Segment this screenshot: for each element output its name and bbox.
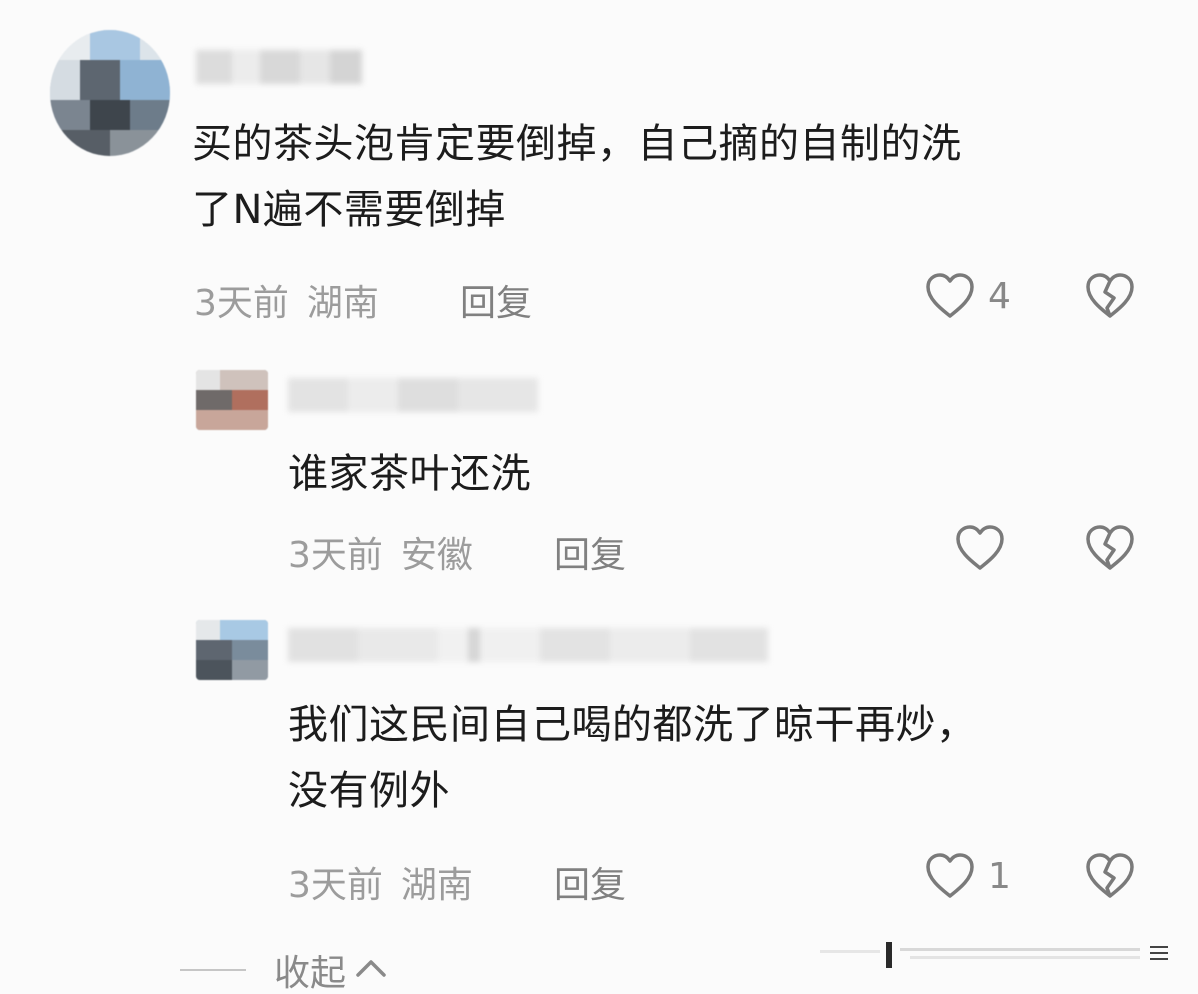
comment-item: 买的茶头泡肯定要倒掉，自己摘的自制的洗 了N遍不需要倒掉 3天前 湖南 回复 4 (0, 0, 1198, 340)
chevron-up-icon (346, 957, 388, 983)
comment-location: 安徽 (400, 535, 473, 576)
comment-meta: 3天前 湖南 (194, 274, 379, 326)
comment-text: 买的茶头泡肯定要倒掉，自己摘的自制的洗 了N遍不需要倒掉 (192, 121, 962, 233)
dislike-button[interactable] (1084, 272, 1136, 324)
username[interactable] (196, 50, 362, 84)
username[interactable] (288, 378, 538, 412)
like-count: 1 (988, 855, 1011, 897)
dislike-button[interactable] (1084, 852, 1136, 904)
like-button[interactable]: 1 (924, 852, 1011, 900)
like-count: 4 (988, 275, 1011, 317)
comment-thread: 买的茶头泡肯定要倒掉，自己摘的自制的洗 了N遍不需要倒掉 3天前湖南 回复 4 (0, 0, 1198, 994)
comment-text: 我们这民间自己喝的都洗了晾干再炒， 没有例外 (288, 702, 977, 814)
username[interactable] (288, 628, 768, 662)
comment-time: 3天前 (288, 535, 383, 576)
avatar[interactable] (196, 370, 268, 430)
comment-location: 湖南 (306, 283, 379, 324)
dislike-button[interactable] (1084, 524, 1136, 576)
reply-button[interactable]: 回复 (554, 856, 626, 908)
like-button[interactable] (954, 524, 1018, 572)
reply-button[interactable]: 回复 (460, 274, 532, 326)
broken-heart-icon (1084, 273, 1136, 324)
collapse-replies-button[interactable]: 收起 (180, 944, 388, 994)
comment-time: 3天前 (194, 283, 289, 324)
reply-item: 我们这民间自己喝的都洗了晾干再炒， 没有例外 3天前 湖南 回复 1 (0, 600, 1198, 920)
heart-outline-icon (924, 852, 976, 900)
heart-outline-icon (924, 272, 976, 320)
comment-meta: 3天前 湖南 (288, 856, 473, 908)
reply-item: 谁家茶叶还洗 3天前 安徽 回复 (0, 340, 1198, 600)
reply-button[interactable]: 回复 (554, 526, 626, 578)
avatar[interactable] (196, 620, 268, 680)
watermark (820, 936, 1172, 972)
comment-location: 湖南 (400, 865, 473, 906)
comment-text: 谁家茶叶还洗 (288, 451, 531, 497)
comment-meta: 3天前 安徽 (288, 526, 473, 578)
like-button[interactable]: 4 (924, 272, 1011, 320)
broken-heart-icon (1084, 525, 1136, 576)
avatar[interactable] (50, 30, 170, 156)
heart-outline-icon (954, 524, 1006, 572)
comment-time: 3天前 (288, 865, 383, 906)
broken-heart-icon (1084, 853, 1136, 904)
collapse-label: 收起 (274, 953, 347, 994)
divider (180, 969, 246, 971)
